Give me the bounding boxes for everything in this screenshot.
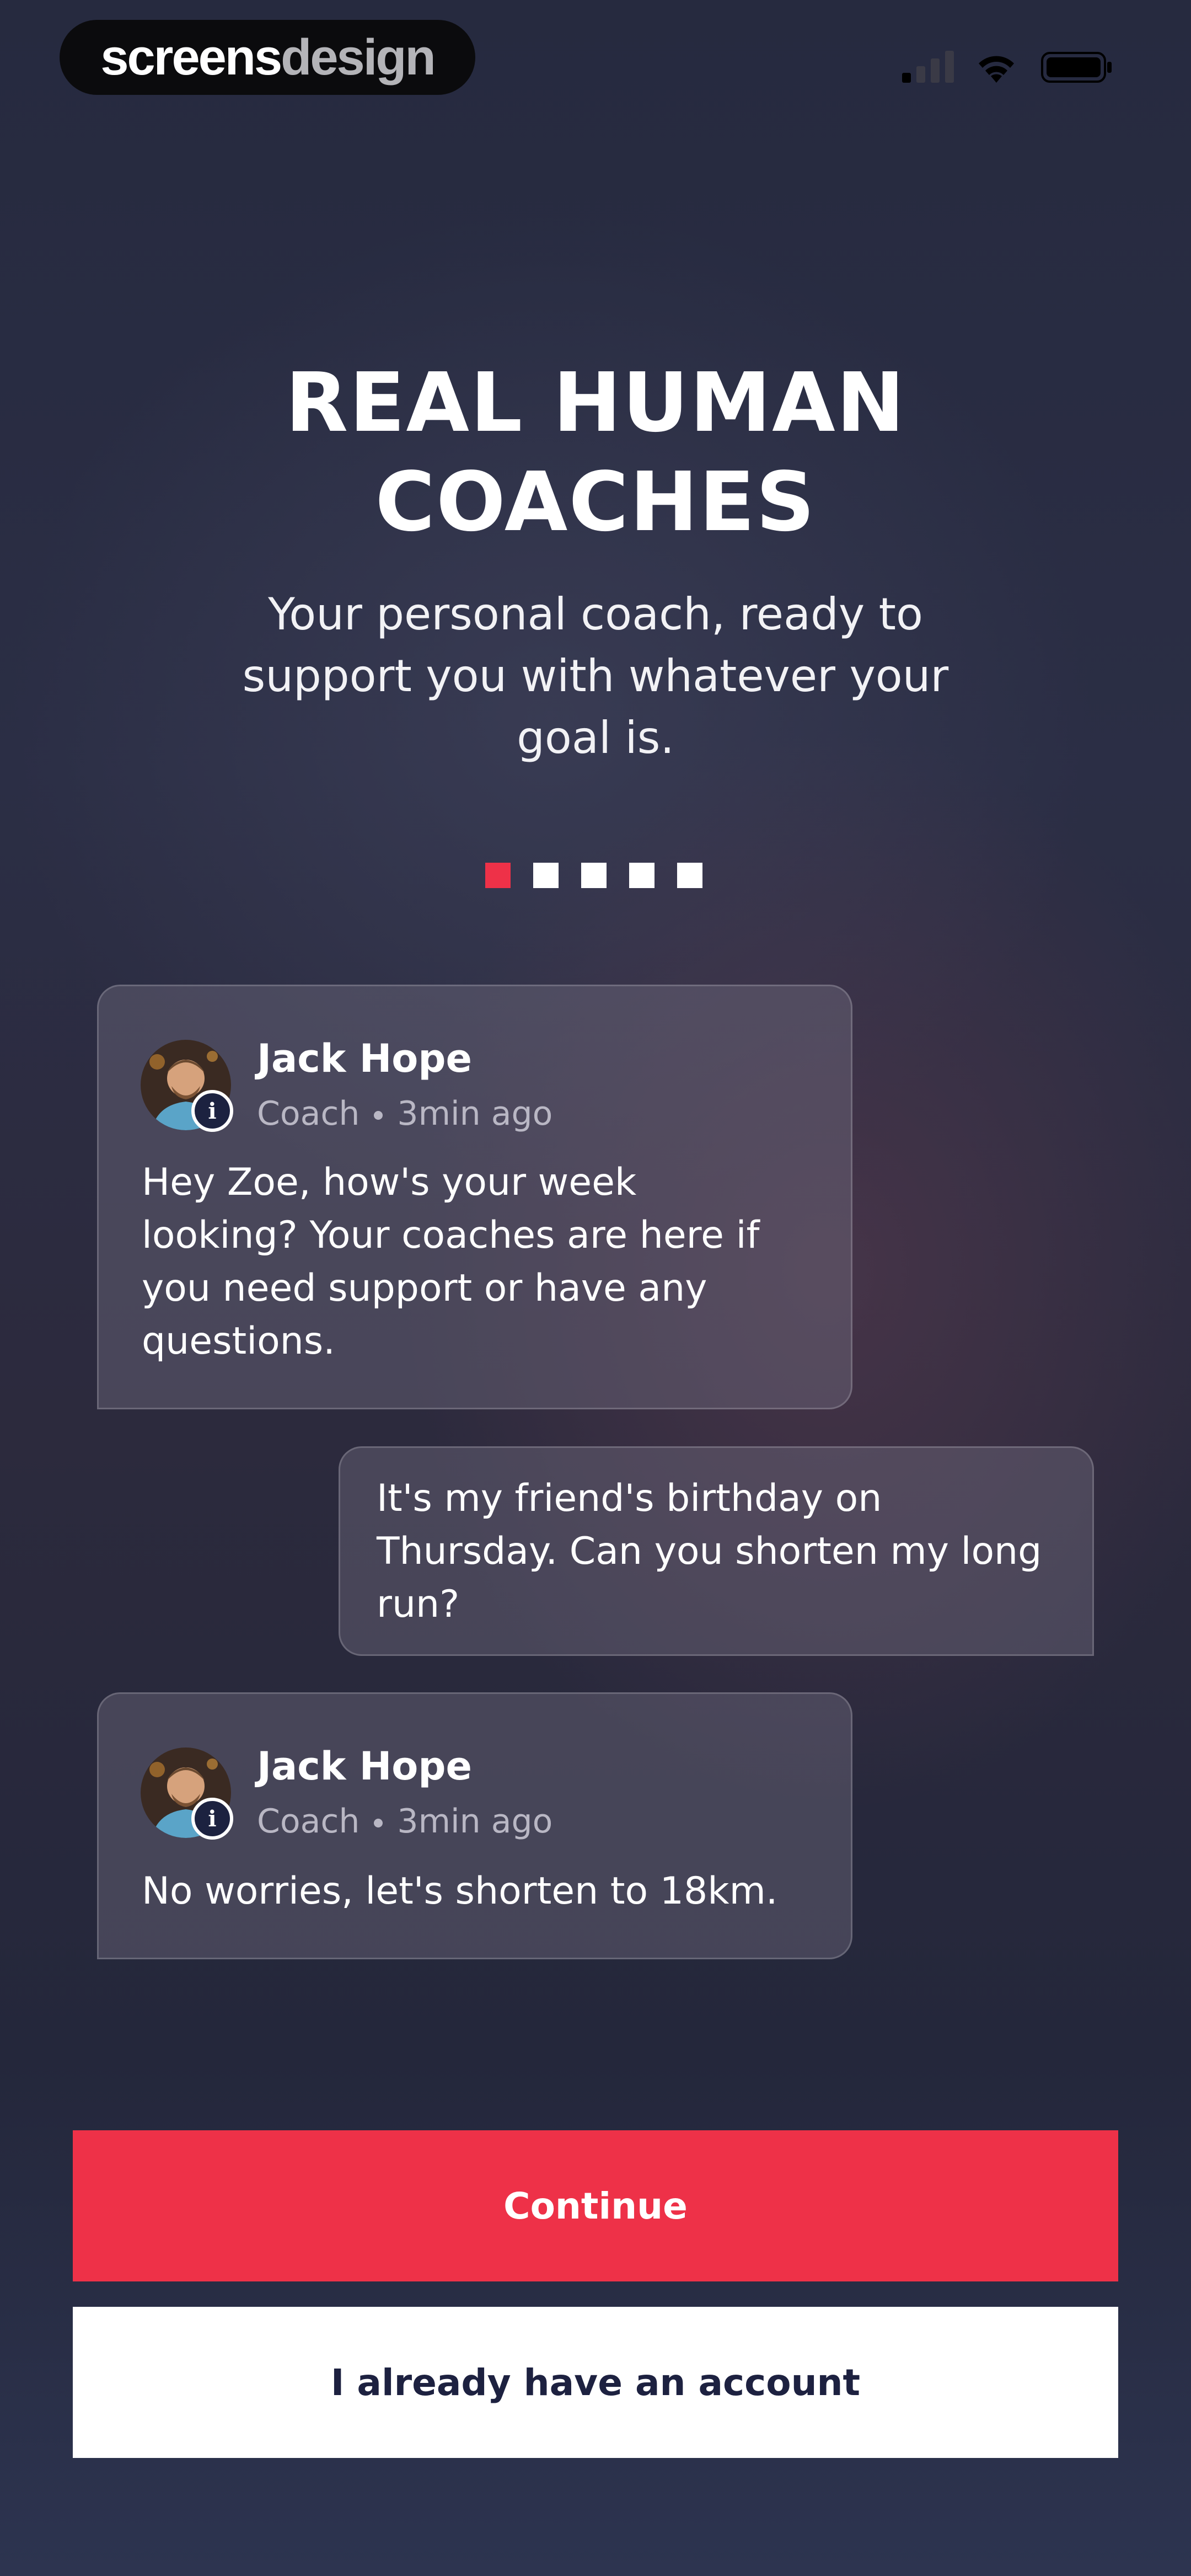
coach-message-card: i Jack Hope Coach 3min ago No worries, le…	[97, 1692, 852, 1959]
coach-message-text: Hey Zoe, how's your week looking? Your c…	[142, 1161, 760, 1363]
user-message-card: It's my friend's birthday on Thursday. C…	[339, 1446, 1094, 1656]
message-time: 3min ago	[397, 1094, 553, 1133]
coach-meta: Coach 3min ago	[257, 1802, 552, 1841]
message-time: 3min ago	[397, 1802, 553, 1841]
title-line-1: REAL HUMAN	[285, 355, 906, 450]
pagination-dots	[485, 863, 702, 888]
logo-text-screens: screens	[100, 29, 282, 85]
page-dot-5[interactable]	[677, 863, 702, 888]
coach-name: Jack Hope	[257, 1036, 472, 1081]
coach-role: Coach	[257, 1094, 360, 1133]
separator-dot	[374, 1819, 383, 1828]
coach-info-icon[interactable]: i	[191, 1090, 233, 1132]
wifi-icon	[979, 56, 1014, 83]
page-dot-1[interactable]	[485, 863, 511, 888]
screensdesign-logo: screens design	[60, 20, 475, 95]
page-title: REAL HUMAN COACHES	[0, 353, 1191, 552]
cellular-signal-icon	[902, 51, 954, 83]
coach-info-icon[interactable]: i	[191, 1798, 233, 1840]
battery-icon	[1041, 52, 1112, 83]
coach-role: Coach	[257, 1802, 360, 1841]
title-line-2: COACHES	[375, 455, 816, 549]
user-message-text: It's my friend's birthday on Thursday. C…	[377, 1477, 1042, 1626]
page-dot-4[interactable]	[629, 863, 654, 888]
page-dot-2[interactable]	[533, 863, 559, 888]
separator-dot	[374, 1111, 383, 1120]
continue-button[interactable]: Continue	[73, 2130, 1118, 2281]
page-subtitle: Your personal coach, ready to support yo…	[242, 589, 949, 763]
logo-text-design: design	[281, 29, 436, 85]
existing-account-button[interactable]: I already have an account	[73, 2307, 1118, 2458]
coach-name: Jack Hope	[257, 1744, 472, 1789]
coach-message-card: i Jack Hope Coach 3min ago Hey Zoe, how's…	[97, 985, 852, 1409]
page-dot-3[interactable]	[581, 863, 607, 888]
coach-meta: Coach 3min ago	[257, 1094, 552, 1133]
coach-message-text: No worries, let's shorten to 18km.	[142, 1869, 778, 1913]
